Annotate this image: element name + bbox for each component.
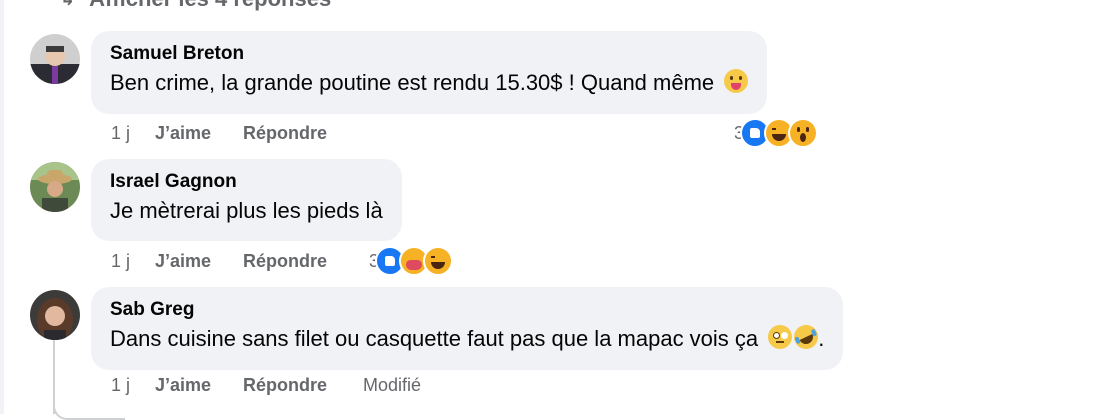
haha-reaction-icon: [423, 246, 454, 276]
comment-text: Je mètrerai plus les pieds là: [110, 198, 383, 223]
like-button[interactable]: J’aime: [155, 123, 243, 144]
reply-button[interactable]: Répondre: [243, 375, 363, 396]
comment-bubble: Israel Gagnon Je mètrerai plus les pieds…: [91, 159, 402, 241]
comment-author[interactable]: Sab Greg: [110, 297, 824, 323]
wow-reaction-icon: [788, 118, 819, 148]
like-button[interactable]: J’aime: [155, 251, 243, 272]
reply-button[interactable]: Répondre: [243, 251, 363, 272]
reply-button[interactable]: Répondre: [243, 123, 363, 144]
view-more-replies[interactable]: ↳ Afficher les 4 réponses: [60, 0, 331, 14]
reaction-summary[interactable]: 3: [734, 118, 819, 148]
avatar[interactable]: [30, 34, 80, 84]
comment-actions: 1 j J’aime Répondre Modifié: [111, 372, 421, 398]
avatar[interactable]: [30, 290, 80, 340]
eye-roll-icon: [768, 325, 793, 349]
comment-trailing-text: .: [818, 326, 825, 351]
comment-author[interactable]: Samuel Breton: [110, 41, 748, 67]
face-with-tongue-icon: [724, 69, 749, 93]
panel-edge: [0, 0, 4, 414]
reply-arrow-icon: ↳: [60, 0, 75, 10]
like-button[interactable]: J’aime: [155, 375, 243, 396]
view-more-replies-label: Afficher les 4 réponses: [89, 0, 331, 12]
avatar[interactable]: [30, 162, 80, 212]
comment-text: Ben crime, la grande poutine est rendu 1…: [110, 70, 715, 95]
comment-text: Dans cuisine sans filet ou casquette fau…: [110, 326, 759, 351]
comment-bubble: Samuel Breton Ben crime, la grande pouti…: [91, 31, 768, 114]
comment-timestamp[interactable]: 1 j: [111, 375, 155, 396]
edited-label: Modifié: [363, 374, 422, 395]
comment-text-line: Dans cuisine sans filet ou casquette fau…: [110, 321, 825, 355]
comment-actions: 1 j J’aime Répondre: [111, 248, 363, 274]
comment-actions: 1 j J’aime Répondre: [111, 120, 363, 146]
comment-bubble: Sab Greg Dans cuisine sans filet ou casq…: [91, 287, 844, 370]
comment-timestamp[interactable]: 1 j: [111, 251, 155, 272]
comment-timestamp[interactable]: 1 j: [111, 123, 155, 144]
reaction-summary[interactable]: 3: [369, 246, 454, 276]
comment-text-line: Ben crime, la grande poutine est rendu 1…: [110, 67, 749, 99]
thread-connector: [53, 398, 125, 420]
comment-author[interactable]: Israel Gagnon: [110, 169, 383, 195]
